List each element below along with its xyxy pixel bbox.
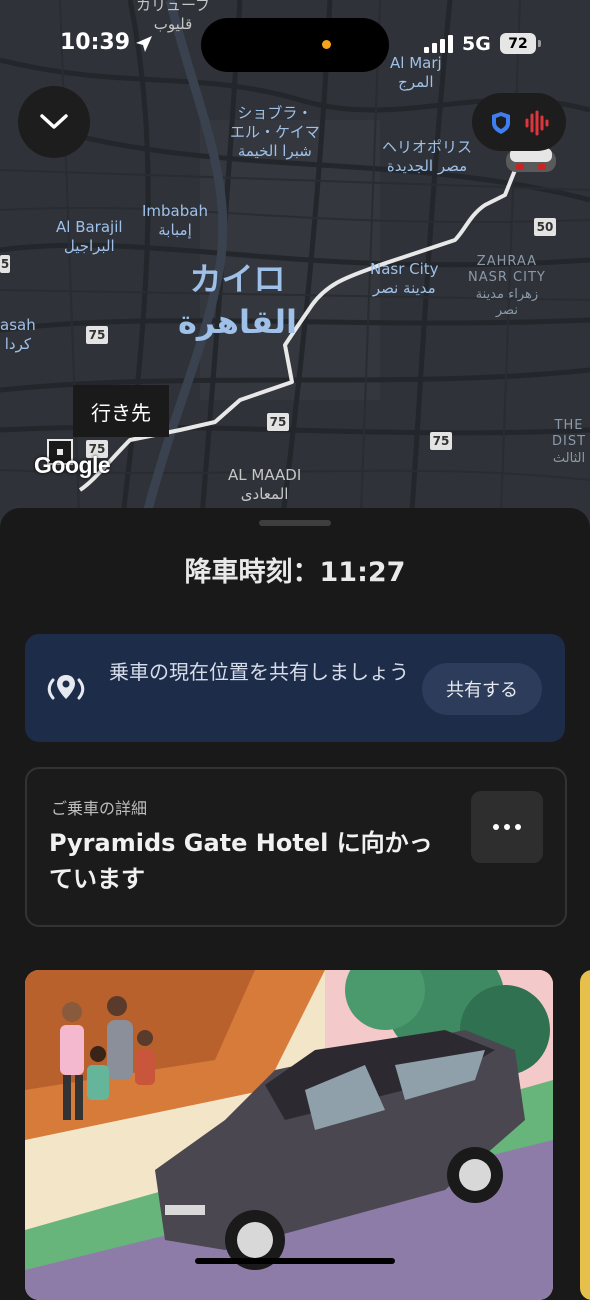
road-shield: 75 bbox=[267, 413, 289, 431]
google-attribution: Google bbox=[34, 452, 111, 478]
live-location-icon bbox=[47, 675, 85, 700]
signal-strength-icon bbox=[424, 35, 453, 53]
privacy-indicator-dot bbox=[322, 40, 331, 49]
battery-indicator: 72 bbox=[500, 33, 536, 54]
home-indicator bbox=[195, 1258, 395, 1264]
trip-bottom-sheet[interactable]: 降車時刻：11:27 乗車の現在位置を共有しましょう 共有する ご乗車の詳細 P… bbox=[0, 508, 590, 1300]
voice-wave-icon bbox=[525, 110, 549, 136]
chevron-down-icon bbox=[40, 114, 68, 129]
share-button[interactable]: 共有する bbox=[422, 663, 542, 715]
more-options-button[interactable] bbox=[471, 791, 543, 863]
destination-tag[interactable]: 行き先 bbox=[73, 385, 169, 437]
map-label-shubra: ショブラ・ エル・ケイマ شبرا الخيمة bbox=[230, 104, 320, 160]
more-options-icon bbox=[493, 824, 521, 830]
sheet-drag-handle[interactable] bbox=[259, 520, 331, 526]
map-label-al-barajil: Al Barajil البراجيل bbox=[56, 218, 123, 255]
status-bar: 10:39 5G 72 bbox=[0, 0, 590, 90]
road-shield: 50 bbox=[534, 218, 556, 236]
share-location-text: 乗車の現在位置を共有しましょう bbox=[109, 660, 409, 684]
network-type: 5G bbox=[462, 33, 491, 55]
road-shield: 75 bbox=[430, 432, 452, 450]
map-label-heliopolis: ヘリオポリス مصر الجديدة bbox=[382, 138, 473, 175]
family-car-illustration bbox=[25, 970, 553, 1300]
promo-card[interactable] bbox=[25, 970, 553, 1300]
status-time: 10:39 bbox=[60, 30, 131, 55]
road-shield: 75 bbox=[86, 326, 108, 344]
ride-destination-title: Pyramids Gate Hotel に向かっています bbox=[49, 829, 433, 893]
dynamic-island bbox=[201, 18, 389, 72]
road-shield: 5 bbox=[0, 255, 10, 273]
dropoff-time: 降車時刻：11:27 bbox=[184, 557, 406, 588]
safety-toolkit-button[interactable] bbox=[472, 93, 566, 151]
collapse-button[interactable] bbox=[18, 86, 90, 158]
map-label-cairo: カイロ القاهرة bbox=[178, 260, 298, 342]
map-label-nasah: asah كردا bbox=[0, 316, 36, 353]
share-location-card[interactable]: 乗車の現在位置を共有しましょう 共有する bbox=[25, 634, 565, 742]
battery-tip bbox=[538, 40, 541, 47]
location-arrow-icon bbox=[136, 36, 152, 52]
ride-details-label: ご乗車の詳細 bbox=[51, 799, 148, 818]
map-label-imbabah: Imbabah إمبابة bbox=[142, 202, 208, 239]
promo-card-next[interactable] bbox=[580, 970, 590, 1300]
ride-details-card[interactable]: ご乗車の詳細 Pyramids Gate Hotel に向かっています bbox=[25, 767, 567, 927]
shield-icon bbox=[492, 112, 510, 134]
map-label-al-maadi: AL MAADI المعادى bbox=[228, 466, 302, 503]
map-label-nasr-city: Nasr City مدينة نصر bbox=[370, 260, 439, 297]
map-label-zahraa: ZAHRAA NASR CITY زهراء مدينة نصر bbox=[468, 254, 546, 318]
map-label-the-dist: THE DIST الثالث bbox=[552, 418, 587, 466]
